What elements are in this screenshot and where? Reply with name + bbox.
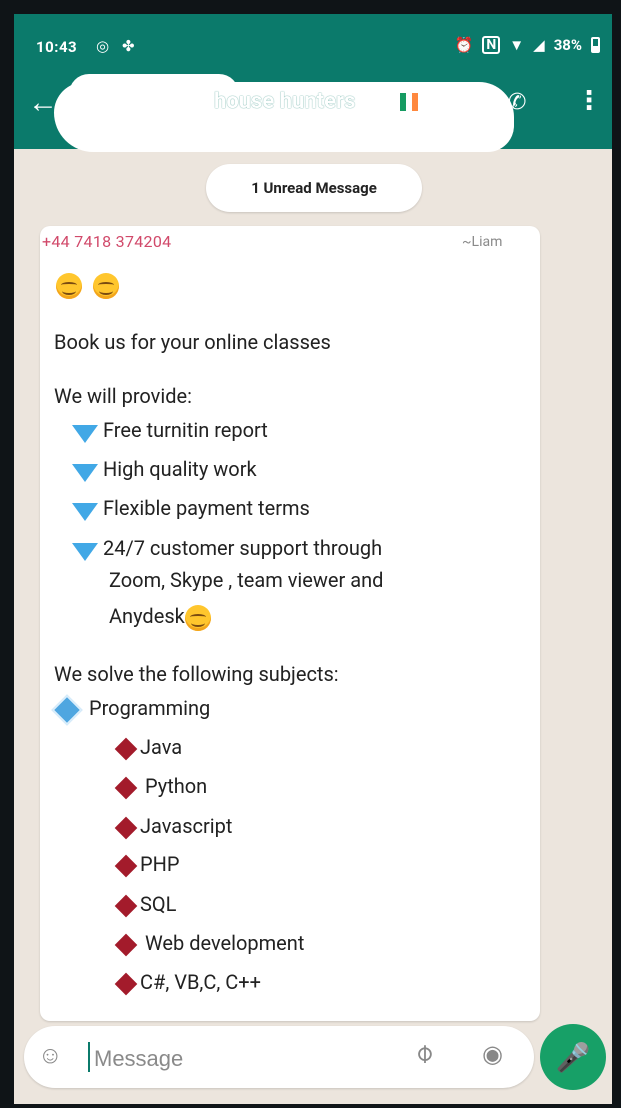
smiling-emoji-icon [92,272,119,299]
subject-item: Javascript [114,814,232,840]
provide-item: Free turnitin report [72,418,268,443]
more-vert-icon[interactable]: ⋮ [576,86,602,116]
smiling-emoji-icon [56,272,82,299]
red-diamond-icon [114,816,138,840]
signal-icon: ◢ [533,36,545,54]
smiling-emoji-icon [184,604,211,631]
sender-phone[interactable]: +44 7418 374204 [42,232,171,251]
pinwheel-icon: ✤ [122,37,135,55]
alarm-icon: ⏰ [454,36,474,54]
red-diamond-icon [114,737,138,761]
battery-icon [591,37,600,53]
subject-item: PHP [114,852,180,878]
red-diamond-icon [114,894,138,918]
provide-item: High quality work [72,457,257,482]
chat-title[interactable]: house hunters [214,89,355,114]
instagram-icon: ◎ [96,37,110,55]
subject-item: Java [114,735,182,761]
add-call-icon[interactable]: ✆ [508,90,526,115]
subjects-heading: We solve the following subjects: [54,662,339,686]
emoji-keyboard-icon[interactable]: ☺ [38,1041,63,1070]
gem-icon [72,502,98,521]
gem-icon [72,424,98,443]
nfc-icon: N [482,36,501,54]
support-line: Zoom, Skype , team viewer and [109,568,384,592]
subject-item: C#, VB,C, C++ [114,970,261,996]
red-diamond-icon [114,933,138,957]
status-right: ⏰ N ▼ ◢ 38% [455,36,600,54]
gem-icon [72,542,98,561]
red-diamond-icon [114,972,138,996]
blue-diamond-icon [51,694,83,726]
battery-percent: 38% [553,36,582,54]
camera-icon[interactable]: ◉ [482,1040,503,1068]
text-cursor [88,1042,90,1072]
subject-item: Python [114,774,207,800]
ireland-flag-icon [400,93,418,111]
red-diamond-icon [114,854,138,878]
status-bar: 10:43 ◎ ✤ ⏰ N ▼ ◢ 38% [14,14,612,74]
emoji-pair [56,272,119,299]
phone-screen: 10:43 ◎ ✤ ⏰ N ▼ ◢ 38% ← house hunters ✆ … [14,14,612,1104]
message-input[interactable] [92,1038,396,1080]
subject-item: Web development [114,931,304,957]
app-bar: 10:43 ◎ ✤ ⏰ N ▼ ◢ 38% ← house hunters ✆ … [14,14,612,152]
sender-name: ~Liam [462,234,503,250]
red-diamond-icon [114,776,138,800]
provide-item: 24/7 customer support through [72,536,382,561]
subject-item: SQL [114,892,176,918]
gem-icon [72,463,98,482]
intro-text: Book us for your online classes [54,330,331,354]
wifi-icon: ▼ [509,36,525,54]
category-programming: Programming [51,694,210,726]
status-time: 10:43 [36,38,78,56]
provide-item: Flexible payment terms [72,496,310,521]
provide-heading: We will provide: [54,384,192,408]
unread-badge: 1 Unread Message [206,164,422,212]
mic-button[interactable]: 🎤 [540,1024,606,1090]
mic-icon: 🎤 [555,1040,591,1074]
support-line: Anydesk [109,604,211,631]
